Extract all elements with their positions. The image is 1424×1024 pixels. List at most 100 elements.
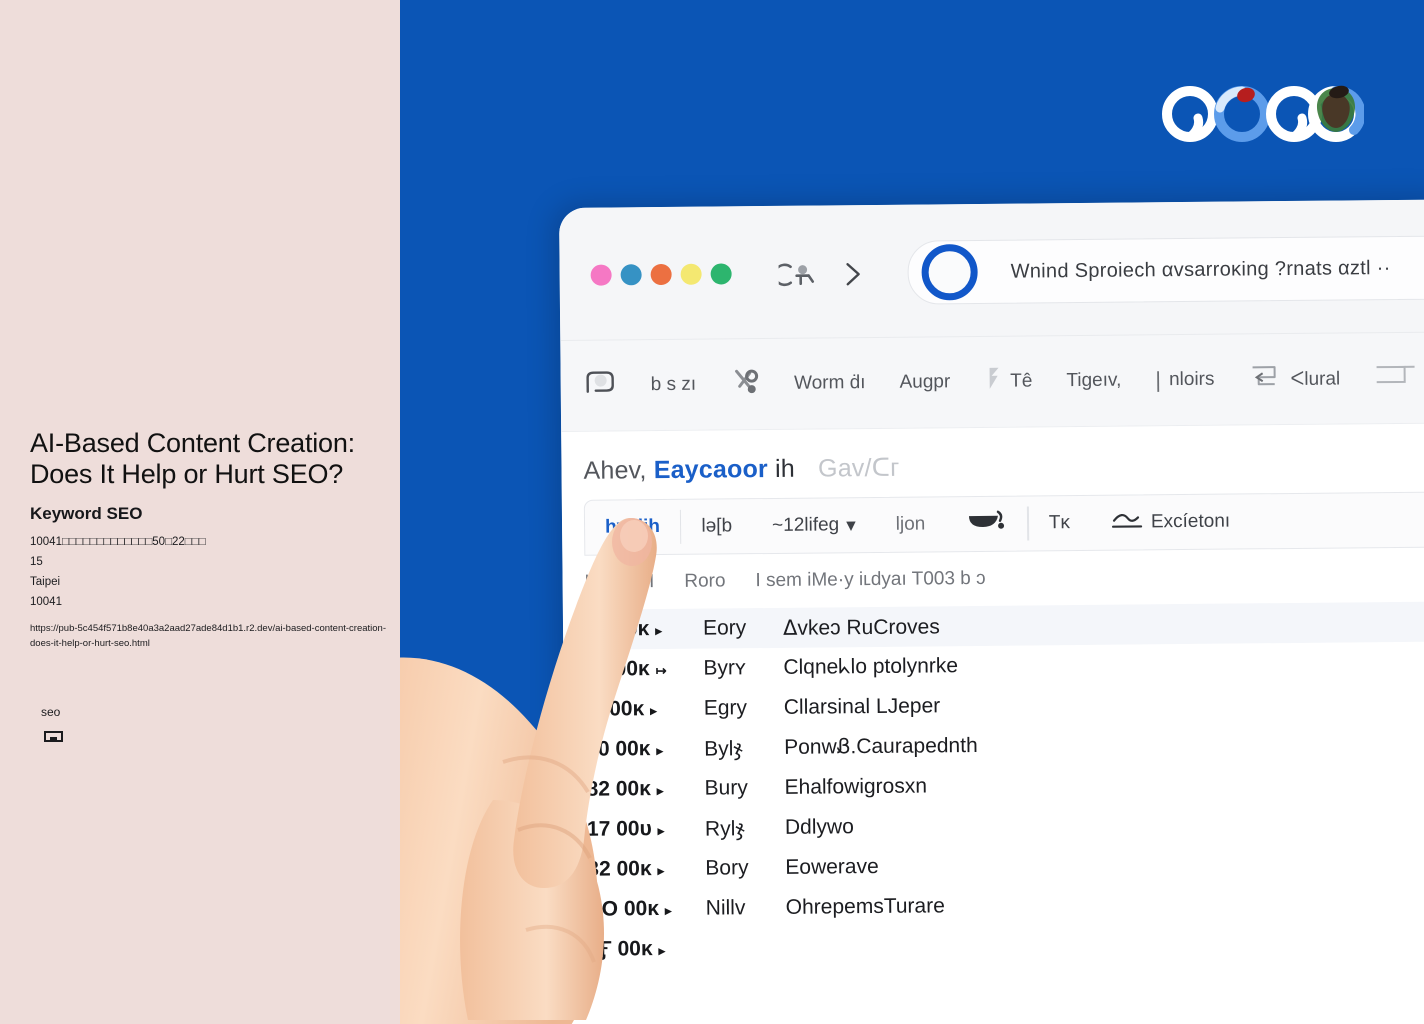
card-icon bbox=[44, 730, 64, 743]
traffic-light-pink[interactable] bbox=[590, 264, 612, 286]
row-label: Ddlywo bbox=[784, 815, 854, 839]
row-tag: Bury bbox=[704, 776, 748, 800]
row-trend-icon: ▸ bbox=[658, 943, 666, 959]
heading-part-2: Eaycaoor bbox=[653, 455, 769, 485]
swoosh-icon bbox=[965, 508, 1007, 540]
filter-item-12lifeg[interactable]: ~12lifeg ▾ bbox=[752, 513, 876, 537]
row-value-text: 8Ӻ 00ᴋ bbox=[588, 937, 653, 961]
row-label: Ehalfowigrosxn bbox=[784, 774, 928, 799]
toolbar-item-klural[interactable]: ᐸlural bbox=[1248, 363, 1340, 396]
heading-part-3: ih bbox=[774, 454, 796, 483]
underline-curve-icon bbox=[1110, 508, 1144, 536]
content-heading: Ahev, Eaycaoor ih Gav/ᑕᴦ bbox=[561, 423, 1424, 500]
table-sub-header: Hly ounI Roro I sem iMe·y iʟdyaı T003 b … bbox=[584, 547, 1424, 609]
toolbar-item-wormdi-label: Worm ḋı bbox=[793, 372, 866, 394]
row-tag: Nillv bbox=[705, 896, 746, 920]
row-value-text: SO 00ᴋ bbox=[587, 897, 660, 921]
row-value-text: 32 00ᴋ bbox=[587, 857, 652, 881]
forward-chevron-icon[interactable] bbox=[842, 261, 864, 287]
results-table: 68 00ᴋ ▸ Eory ᐃvkeɔ RuCroves 13 00ᴋ ↦ By… bbox=[584, 601, 1424, 969]
filter-item-shape[interactable] bbox=[945, 508, 1027, 541]
scissors-icon bbox=[730, 366, 760, 402]
filter-item-lion-label: ljon bbox=[895, 513, 926, 535]
row-trend-icon: ▸ bbox=[657, 823, 665, 839]
dashboard-icon bbox=[583, 367, 617, 403]
row-label: Eowerave bbox=[785, 854, 879, 879]
traffic-light-blue[interactable] bbox=[620, 264, 642, 286]
toolbar-item-augpr[interactable]: Augpr bbox=[899, 371, 950, 393]
toolbar-item-tigerv[interactable]: Tigeıv, bbox=[1066, 370, 1121, 393]
article-tag[interactable]: seo bbox=[41, 705, 60, 719]
filter-item-lsib[interactable]: lǝ[b bbox=[681, 515, 752, 538]
filter-tab-hvalih-label: hvalih bbox=[604, 516, 661, 538]
filter-item-excieton[interactable]: Excíetonı bbox=[1090, 507, 1250, 537]
toolbar-item-klural-label: ᐸlural bbox=[1290, 368, 1341, 390]
table-row[interactable]: 8Ӻ 00ᴋ ▸ bbox=[588, 921, 1424, 969]
pipe-divider-icon: | bbox=[1155, 367, 1162, 393]
toolbar-item-nloirs-label: nloirs bbox=[1168, 368, 1215, 391]
article-meta-line-1: 10041□□□□□□□□□□□□□50□22□□□ bbox=[30, 536, 206, 548]
row-value-text: 80 00ᴋ bbox=[586, 737, 651, 761]
traffic-light-green[interactable] bbox=[710, 263, 732, 285]
filter-item-tk[interactable]: Tᴋ bbox=[1029, 512, 1090, 535]
row-value: 8I 00ᴋ ▸ bbox=[586, 697, 704, 722]
toolbar-item-extra[interactable] bbox=[1374, 362, 1416, 394]
row-trend-icon: ▸ bbox=[656, 743, 664, 759]
article-block: AI-Based Content Creation: Does It Help … bbox=[30, 428, 390, 651]
filter-toolbar: hvalih lǝ[b ~12lifeg ▾ ljon Tᴋ Excíetonı bbox=[583, 491, 1424, 556]
toolbar-item-nloirs[interactable]: | nloirs bbox=[1155, 367, 1214, 394]
subheader-roro: Roro bbox=[684, 570, 726, 592]
article-panel: AI-Based Content Creation: Does It Help … bbox=[0, 0, 400, 1024]
subheader-long: I sem iMe·y iʟdyaı T003 b ɔ bbox=[755, 567, 986, 592]
toolbar-item-tigerv-label: Tigeıv, bbox=[1066, 369, 1122, 392]
row-value-text: 8I 00ᴋ bbox=[585, 697, 645, 721]
toolbar-item-keywords[interactable] bbox=[730, 366, 760, 402]
browser-chrome-bar: Wnind Sproiech αvsarroκing ?rnats αztl ·… bbox=[559, 199, 1424, 340]
article-url[interactable]: https://pub-5c454f571b8e40a3a2aad27ade84… bbox=[30, 621, 388, 651]
row-value: 82 00ᴋ ▸ bbox=[586, 777, 704, 802]
row-value-text: 82 00ᴋ bbox=[586, 777, 651, 801]
address-bar[interactable]: Wnind Sproiech αvsarroκing ?rnats αztl ·… bbox=[907, 234, 1424, 305]
filter-item-12lifeg-label: ~12lifeg bbox=[772, 514, 840, 536]
row-tag bbox=[706, 948, 786, 949]
traffic-light-orange[interactable] bbox=[650, 263, 672, 286]
filter-tab-hvalih[interactable]: hvalih bbox=[585, 516, 680, 539]
row-trend-icon: ↦ bbox=[655, 662, 667, 679]
corner-arrow-icon bbox=[1248, 363, 1282, 395]
toolbar-item-bszi[interactable]: b s zı bbox=[651, 374, 697, 396]
panel-outline-icon bbox=[1374, 362, 1416, 394]
filter-item-tk-label: Tᴋ bbox=[1048, 512, 1071, 534]
toolbar-item-wormdi[interactable]: Worm ḋı bbox=[794, 372, 866, 395]
row-tag: Eory bbox=[702, 616, 747, 640]
address-bar-text[interactable]: Wnind Sproiech αvsarroκing ?rnats αztl ·… bbox=[1011, 257, 1391, 284]
chevron-down-icon: ▾ bbox=[846, 514, 856, 536]
row-label bbox=[786, 941, 1424, 948]
toolbar-item-te[interactable]: Tê bbox=[984, 363, 1033, 399]
row-value: 8Ӻ 00ᴋ ▸ bbox=[588, 937, 706, 962]
row-trend-icon: ▸ bbox=[655, 623, 662, 639]
row-value: 68 00ᴋ ▸ bbox=[585, 617, 703, 642]
brand-logo bbox=[1160, 78, 1366, 150]
page-content: Ahev, Eaycaoor ih Gav/ᑕᴦ hvalih lǝ[b ~12… bbox=[561, 422, 1424, 1024]
window-traffic-lights bbox=[590, 263, 732, 286]
filter-item-lion[interactable]: ljon bbox=[876, 513, 946, 536]
row-value: 13 00ᴋ ↦ bbox=[585, 657, 703, 682]
back-arrow-icon[interactable] bbox=[773, 262, 815, 288]
row-label: Clqneᖾlo ptolynrke bbox=[783, 654, 959, 679]
row-value-text: 17 00ᴜ bbox=[586, 817, 652, 841]
row-tag: Bory bbox=[705, 856, 749, 880]
heading-part-4: Gav/ᑕᴦ bbox=[817, 453, 900, 483]
row-label: OhrepemsTurare bbox=[785, 894, 945, 919]
toolbar-item-bszi-label: b s zı bbox=[650, 373, 697, 396]
row-tag: Byrʏ bbox=[703, 656, 746, 680]
subheader-hly-oun: Hly ounI bbox=[584, 571, 655, 593]
row-tag: Egry bbox=[703, 696, 748, 720]
row-trend-icon: ▸ bbox=[657, 863, 665, 879]
browser-window: Wnind Sproiech αvsarroκing ?rnats αztl ·… bbox=[559, 199, 1424, 1024]
row-label: ᐃvkeɔ RuCroves bbox=[782, 614, 940, 640]
row-trend-icon: ▸ bbox=[664, 902, 672, 919]
traffic-light-yellow[interactable] bbox=[680, 263, 702, 285]
toolbar-item-dashboard[interactable] bbox=[583, 367, 617, 403]
row-tag: Rylჯ bbox=[704, 816, 745, 841]
article-meta-line-4: 10041 bbox=[30, 596, 62, 608]
